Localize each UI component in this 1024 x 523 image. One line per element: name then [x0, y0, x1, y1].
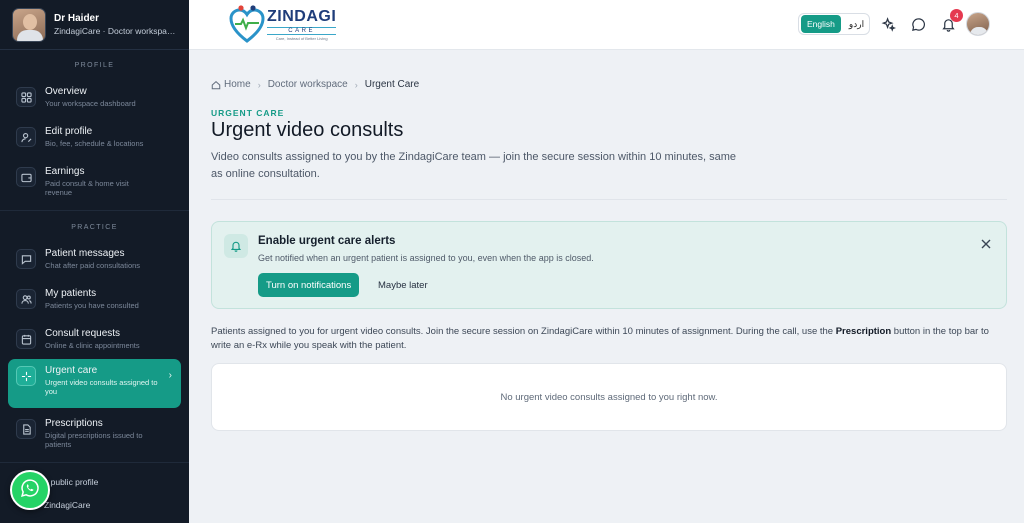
empty-state-text: No urgent video consults assigned to you… [500, 391, 718, 403]
logo-name: ZINDAGI [267, 7, 337, 25]
breadcrumb: Home › Doctor workspace › Urgent Care [211, 79, 419, 90]
user-name: Dr Haider [54, 13, 100, 24]
sidebar-item-earnings[interactable]: Earnings Paid consult & home visit reven… [8, 160, 181, 203]
chevron-right-icon: › [257, 79, 261, 90]
avatar[interactable] [966, 12, 990, 36]
sidebar-item-desc: Urgent video consults assigned to you [45, 378, 158, 396]
breadcrumb-current: Urgent Care [364, 79, 420, 90]
logo-sub: CARE [267, 26, 337, 35]
divider [211, 199, 1007, 200]
sidebar-divider [0, 210, 189, 211]
page-eyebrow: URGENT CARE [211, 108, 285, 118]
info-text-bold: Prescription [835, 326, 892, 337]
bell-icon [224, 234, 248, 258]
sidebar-item-desc: Patients you have consulted [45, 301, 139, 310]
sidebar: Dr Haider ZindagiCare · Doctor workspa… … [0, 0, 189, 523]
sidebar-item-desc: Your workspace dashboard [45, 99, 136, 108]
breadcrumb-workspace[interactable]: Doctor workspace [268, 79, 348, 90]
public-profile-link[interactable]: y public profile [44, 477, 98, 487]
sparkle-icon[interactable] [879, 15, 897, 33]
logo-mark-icon [229, 5, 265, 43]
sidebar-item-consult-requests[interactable]: Consult requests Online & clinic appoint… [8, 322, 181, 356]
user-subtitle: ZindagiCare · Doctor workspa… [54, 26, 176, 36]
sidebar-item-overview[interactable]: Overview Your workspace dashboard [8, 80, 181, 114]
sidebar-item-label: Earnings [45, 166, 85, 177]
whatsapp-icon [20, 478, 40, 503]
sidebar-item-patient-messages[interactable]: Patient messages Chat after paid consult… [8, 242, 181, 276]
logo-tagline: Care, Instead of Better Living [275, 35, 328, 41]
chat-icon [16, 249, 36, 269]
notification-alert: Enable urgent care alerts Get notified w… [211, 221, 1007, 309]
close-icon[interactable] [981, 236, 993, 249]
sidebar-item-label: My patients [45, 288, 97, 299]
section-practice: PRACTICE [71, 224, 118, 231]
lang-urdu-button[interactable]: اردو [849, 19, 864, 30]
sidebar-item-desc: Digital prescriptions issued to patients [45, 431, 143, 449]
sidebar-item-desc: Paid consult & home visit revenue [45, 179, 129, 197]
sidebar-item-edit-profile[interactable]: Edit profile Bio, fee, schedule & locati… [8, 120, 181, 154]
sparkle-icon [16, 366, 36, 386]
calendar-icon [16, 329, 36, 349]
sidebar-item-label: Overview [45, 86, 87, 97]
chat-icon[interactable] [909, 15, 927, 33]
language-toggle: English اردو [798, 13, 870, 35]
sidebar-item-prescriptions[interactable]: Prescriptions Digital prescriptions issu… [8, 412, 181, 455]
sidebar-item-label: Prescriptions [45, 418, 103, 429]
sidebar-item-desc: Online & clinic appointments [45, 341, 140, 350]
page-subtitle: Video consults assigned to you by the Zi… [211, 151, 737, 180]
sidebar-item-desc: Chat after paid consultations [45, 261, 141, 270]
user-edit-icon [16, 127, 36, 147]
sidebar-divider [0, 462, 189, 463]
sidebar-item-label: Patient messages [45, 248, 125, 259]
info-text-part: Patients assigned to you for urgent vide… [211, 326, 836, 337]
info-text: Patients assigned to you for urgent vide… [211, 325, 1011, 353]
sidebar-item-my-patients[interactable]: My patients Patients you have consulted [8, 282, 181, 316]
alert-title: Enable urgent care alerts [258, 235, 396, 247]
avatar [12, 7, 46, 42]
sidebar-user[interactable]: Dr Haider ZindagiCare · Doctor workspa… [0, 0, 189, 50]
notification-badge: 4 [950, 9, 963, 22]
lang-english-button[interactable]: English [801, 15, 841, 33]
top-bar: ZINDAGI CARE Care, Instead of Better Liv… [189, 0, 1024, 50]
zindagicare-link[interactable]: ZindagiCare [44, 500, 90, 510]
users-icon [16, 289, 36, 309]
alert-description: Get notified when an urgent patient is a… [258, 253, 594, 263]
turn-on-notifications-button[interactable]: Turn on notifications [258, 273, 360, 297]
consults-list-empty: No urgent video consults assigned to you… [211, 363, 1007, 431]
sidebar-item-label: Consult requests [45, 328, 121, 339]
chevron-right-icon: › [168, 370, 172, 381]
home-icon [211, 80, 221, 90]
page-title: Urgent video consults [211, 119, 404, 141]
maybe-later-button[interactable]: Maybe later [378, 280, 428, 291]
chevron-right-icon: › [354, 79, 358, 90]
grid-icon [16, 87, 36, 107]
document-icon [16, 419, 36, 439]
whatsapp-button[interactable] [10, 470, 50, 510]
section-profile: PROFILE [74, 62, 115, 69]
breadcrumb-home[interactable]: Home [224, 79, 251, 90]
sidebar-item-desc: Bio, fee, schedule & locations [45, 139, 144, 148]
sidebar-item-label: Edit profile [45, 126, 93, 137]
sidebar-item-label: Urgent care [45, 365, 98, 376]
logo[interactable]: ZINDAGI CARE Care, Instead of Better Liv… [229, 4, 337, 44]
sidebar-item-urgent-care[interactable]: Urgent care Urgent video consults assign… [8, 359, 181, 408]
wallet-icon [16, 167, 36, 187]
